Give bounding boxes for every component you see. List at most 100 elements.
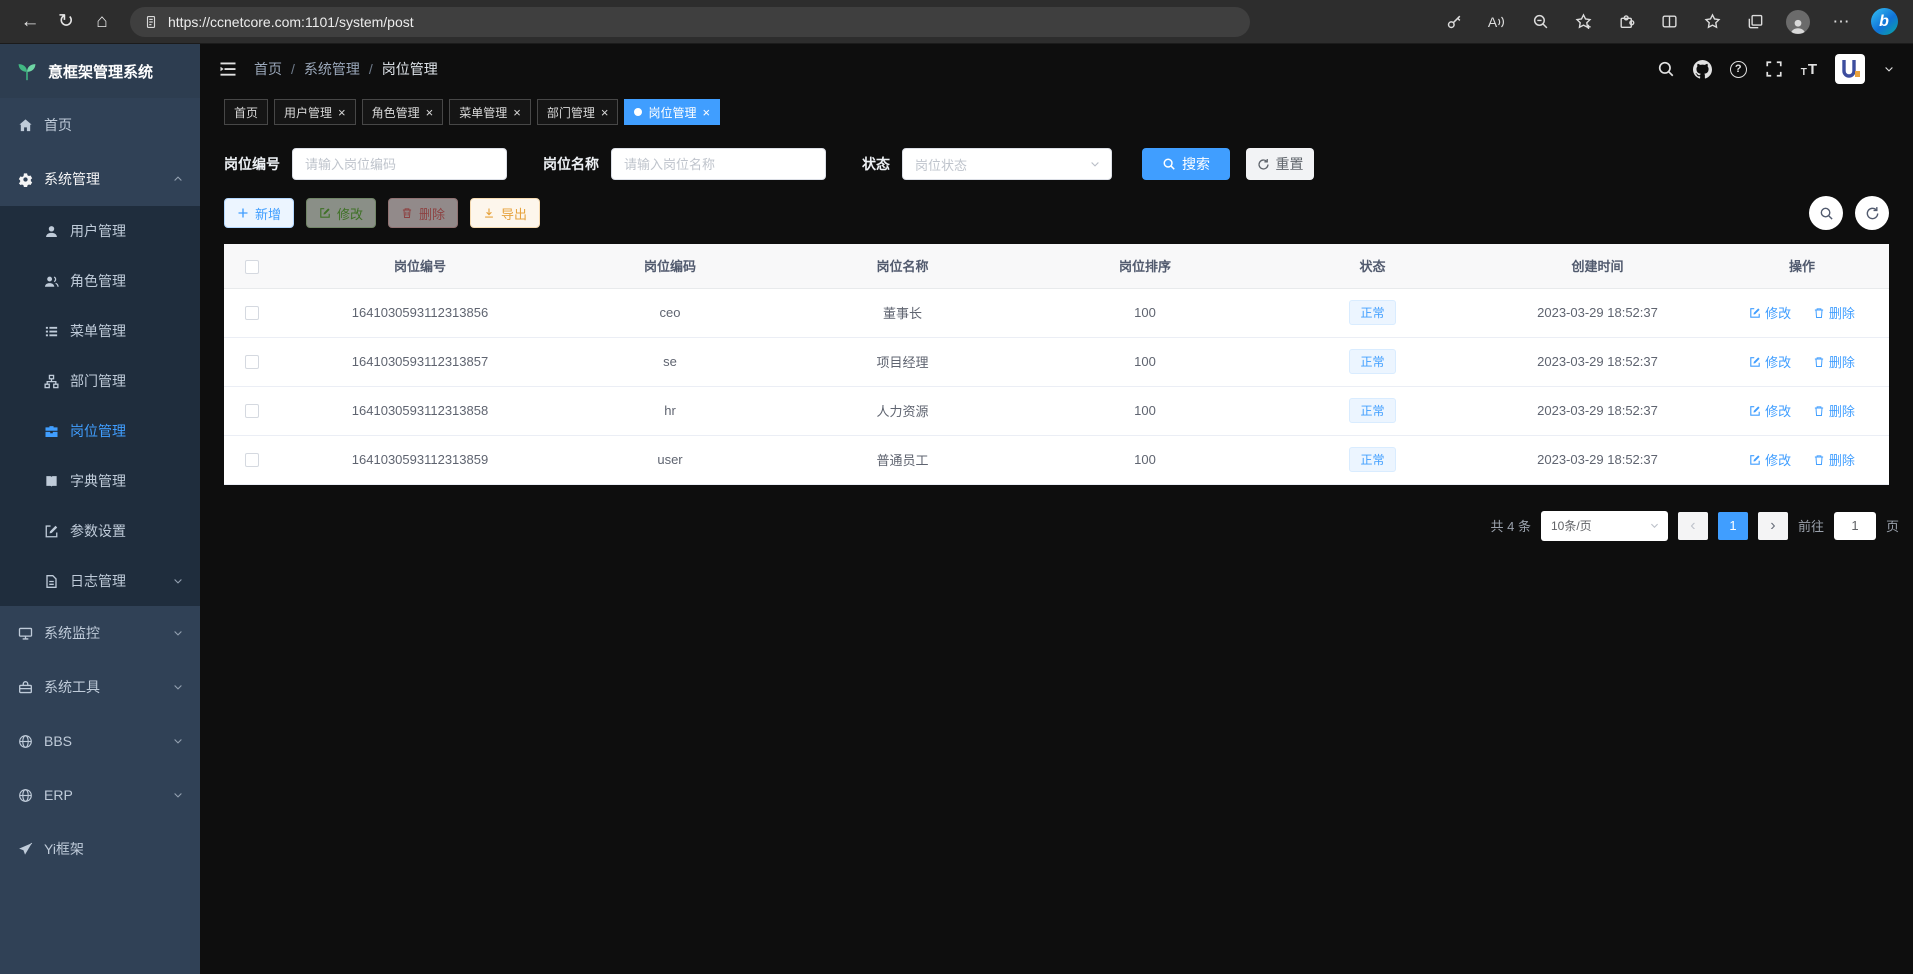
sidebar-item-departments[interactable]: 部门管理	[0, 356, 200, 406]
add-favorite-icon[interactable]	[1566, 6, 1600, 38]
prev-page-button[interactable]: ‹	[1678, 512, 1708, 540]
post-name-cell: 董事长	[780, 288, 1025, 337]
refresh-table-button[interactable]	[1855, 196, 1889, 230]
sidebar-item-erp[interactable]: ERP	[0, 768, 200, 822]
globe-icon	[18, 788, 33, 803]
close-icon[interactable]: ×	[338, 106, 346, 119]
refresh-icon	[1257, 158, 1270, 171]
sidebar-item-logs[interactable]: 日志管理	[0, 556, 200, 606]
user-avatar[interactable]	[1835, 54, 1865, 84]
row-checkbox[interactable]	[245, 355, 259, 369]
monitor-icon	[18, 626, 33, 641]
post-code-cell: se	[560, 337, 780, 386]
hamburger-icon[interactable]	[218, 59, 238, 79]
browser-back-button[interactable]: ←	[12, 5, 48, 39]
add-button[interactable]: 新增	[224, 198, 294, 228]
read-aloud-icon[interactable]: A	[1480, 6, 1514, 38]
tab-home[interactable]: 首页	[224, 99, 268, 125]
row-edit-link[interactable]: 修改	[1749, 303, 1791, 322]
sidebar-item-label: BBS	[44, 733, 72, 749]
browser-home-button[interactable]: ⌂	[84, 5, 120, 39]
tab-post-management[interactable]: 岗位管理×	[624, 99, 720, 125]
row-checkbox[interactable]	[245, 306, 259, 320]
row-delete-link[interactable]: 删除	[1813, 401, 1855, 420]
browser-more-icon[interactable]: ⋯	[1824, 6, 1858, 38]
sidebar-item-menus[interactable]: 菜单管理	[0, 306, 200, 356]
github-icon[interactable]	[1693, 60, 1712, 79]
close-icon[interactable]: ×	[426, 106, 434, 119]
page-size-select[interactable]: 10条/页	[1541, 511, 1668, 541]
row-delete-link[interactable]: 删除	[1813, 303, 1855, 322]
sidebar-item-roles[interactable]: 角色管理	[0, 256, 200, 306]
breadcrumb-item[interactable]: 首页	[254, 59, 282, 79]
favorites-icon[interactable]	[1695, 6, 1729, 38]
tab-department-management[interactable]: 部门管理×	[537, 99, 619, 125]
close-icon[interactable]: ×	[601, 106, 609, 119]
next-page-button[interactable]: ›	[1758, 512, 1788, 540]
reset-button[interactable]: 重置	[1246, 148, 1314, 180]
row-edit-link[interactable]: 修改	[1749, 450, 1791, 469]
header-checkbox-cell	[224, 244, 280, 288]
edit-icon	[1749, 454, 1761, 466]
row-checkbox[interactable]	[245, 453, 259, 467]
zoom-out-icon[interactable]	[1523, 6, 1557, 38]
sidebar-item-yi-framework[interactable]: Yi框架	[0, 822, 200, 876]
goto-page-input[interactable]	[1834, 512, 1876, 540]
profile-person-icon	[1786, 10, 1810, 34]
edit-button[interactable]: 修改	[306, 198, 376, 228]
sidebar-item-tools[interactable]: 系统工具	[0, 660, 200, 714]
password-key-icon[interactable]	[1437, 6, 1471, 38]
sidebar-item-label: ERP	[44, 787, 73, 803]
page-info-icon	[144, 15, 158, 29]
extensions-icon[interactable]	[1609, 6, 1643, 38]
select-all-checkbox[interactable]	[245, 260, 259, 274]
browser-refresh-button[interactable]: ↻	[48, 5, 84, 39]
edit-icon	[319, 207, 331, 219]
sidebar-item-monitoring[interactable]: 系统监控	[0, 606, 200, 660]
page-number-button[interactable]: 1	[1718, 512, 1748, 540]
sidebar-item-dictionary[interactable]: 字典管理	[0, 456, 200, 506]
search-button[interactable]: 搜索	[1142, 148, 1230, 180]
tab-label: 菜单管理	[459, 104, 507, 121]
export-button[interactable]: 导出	[470, 198, 540, 228]
collections-icon[interactable]	[1738, 6, 1772, 38]
tab-menu-management[interactable]: 菜单管理 ×	[449, 99, 531, 125]
row-edit-link[interactable]: 修改	[1749, 352, 1791, 371]
sidebar-item-posts[interactable]: 岗位管理	[0, 406, 200, 456]
toggle-search-button[interactable]	[1809, 196, 1843, 230]
created-cell: 2023-03-29 18:52:37	[1480, 386, 1715, 435]
post-code-input[interactable]	[292, 148, 507, 180]
row-delete-link[interactable]: 删除	[1813, 450, 1855, 469]
sidebar-item-system[interactable]: 系统管理	[0, 152, 200, 206]
search-icon[interactable]	[1657, 60, 1675, 78]
search-form: 岗位编号 岗位名称 状态 岗位状态 搜索 重置	[200, 148, 1913, 180]
row-checkbox[interactable]	[245, 404, 259, 418]
paper-plane-icon	[18, 842, 33, 857]
bing-discover-icon[interactable]: b	[1867, 6, 1901, 38]
sidebar-item-label: 岗位管理	[70, 421, 126, 441]
help-icon[interactable]: ?	[1730, 61, 1747, 78]
browser-profile-avatar[interactable]	[1781, 6, 1815, 38]
dropdown-caret-icon[interactable]	[1883, 63, 1895, 75]
font-size-icon[interactable]: TT	[1801, 61, 1817, 78]
breadcrumb-item[interactable]: 系统管理	[304, 59, 360, 79]
row-delete-link[interactable]: 删除	[1813, 352, 1855, 371]
post-name-cell: 项目经理	[780, 337, 1025, 386]
sidebar-item-users[interactable]: 用户管理	[0, 206, 200, 256]
address-bar[interactable]: https://ccnetcore.com:1101/system/post	[130, 7, 1250, 37]
tab-role-management[interactable]: 角色管理×	[362, 99, 444, 125]
close-icon[interactable]: ×	[513, 106, 521, 119]
split-screen-icon[interactable]	[1652, 6, 1686, 38]
delete-button[interactable]: 删除	[388, 198, 458, 228]
sidebar-item-bbs[interactable]: BBS	[0, 714, 200, 768]
status-select[interactable]: 岗位状态	[902, 148, 1112, 180]
post-sort-cell: 100	[1025, 386, 1265, 435]
post-name-input[interactable]	[611, 148, 826, 180]
row-edit-link[interactable]: 修改	[1749, 401, 1791, 420]
globe-icon	[18, 734, 33, 749]
close-icon[interactable]: ×	[702, 106, 710, 119]
sidebar-item-home[interactable]: 首页	[0, 98, 200, 152]
sidebar-item-parameters[interactable]: 参数设置	[0, 506, 200, 556]
tab-user-management[interactable]: 用户管理×	[274, 99, 356, 125]
fullscreen-icon[interactable]	[1765, 60, 1783, 78]
